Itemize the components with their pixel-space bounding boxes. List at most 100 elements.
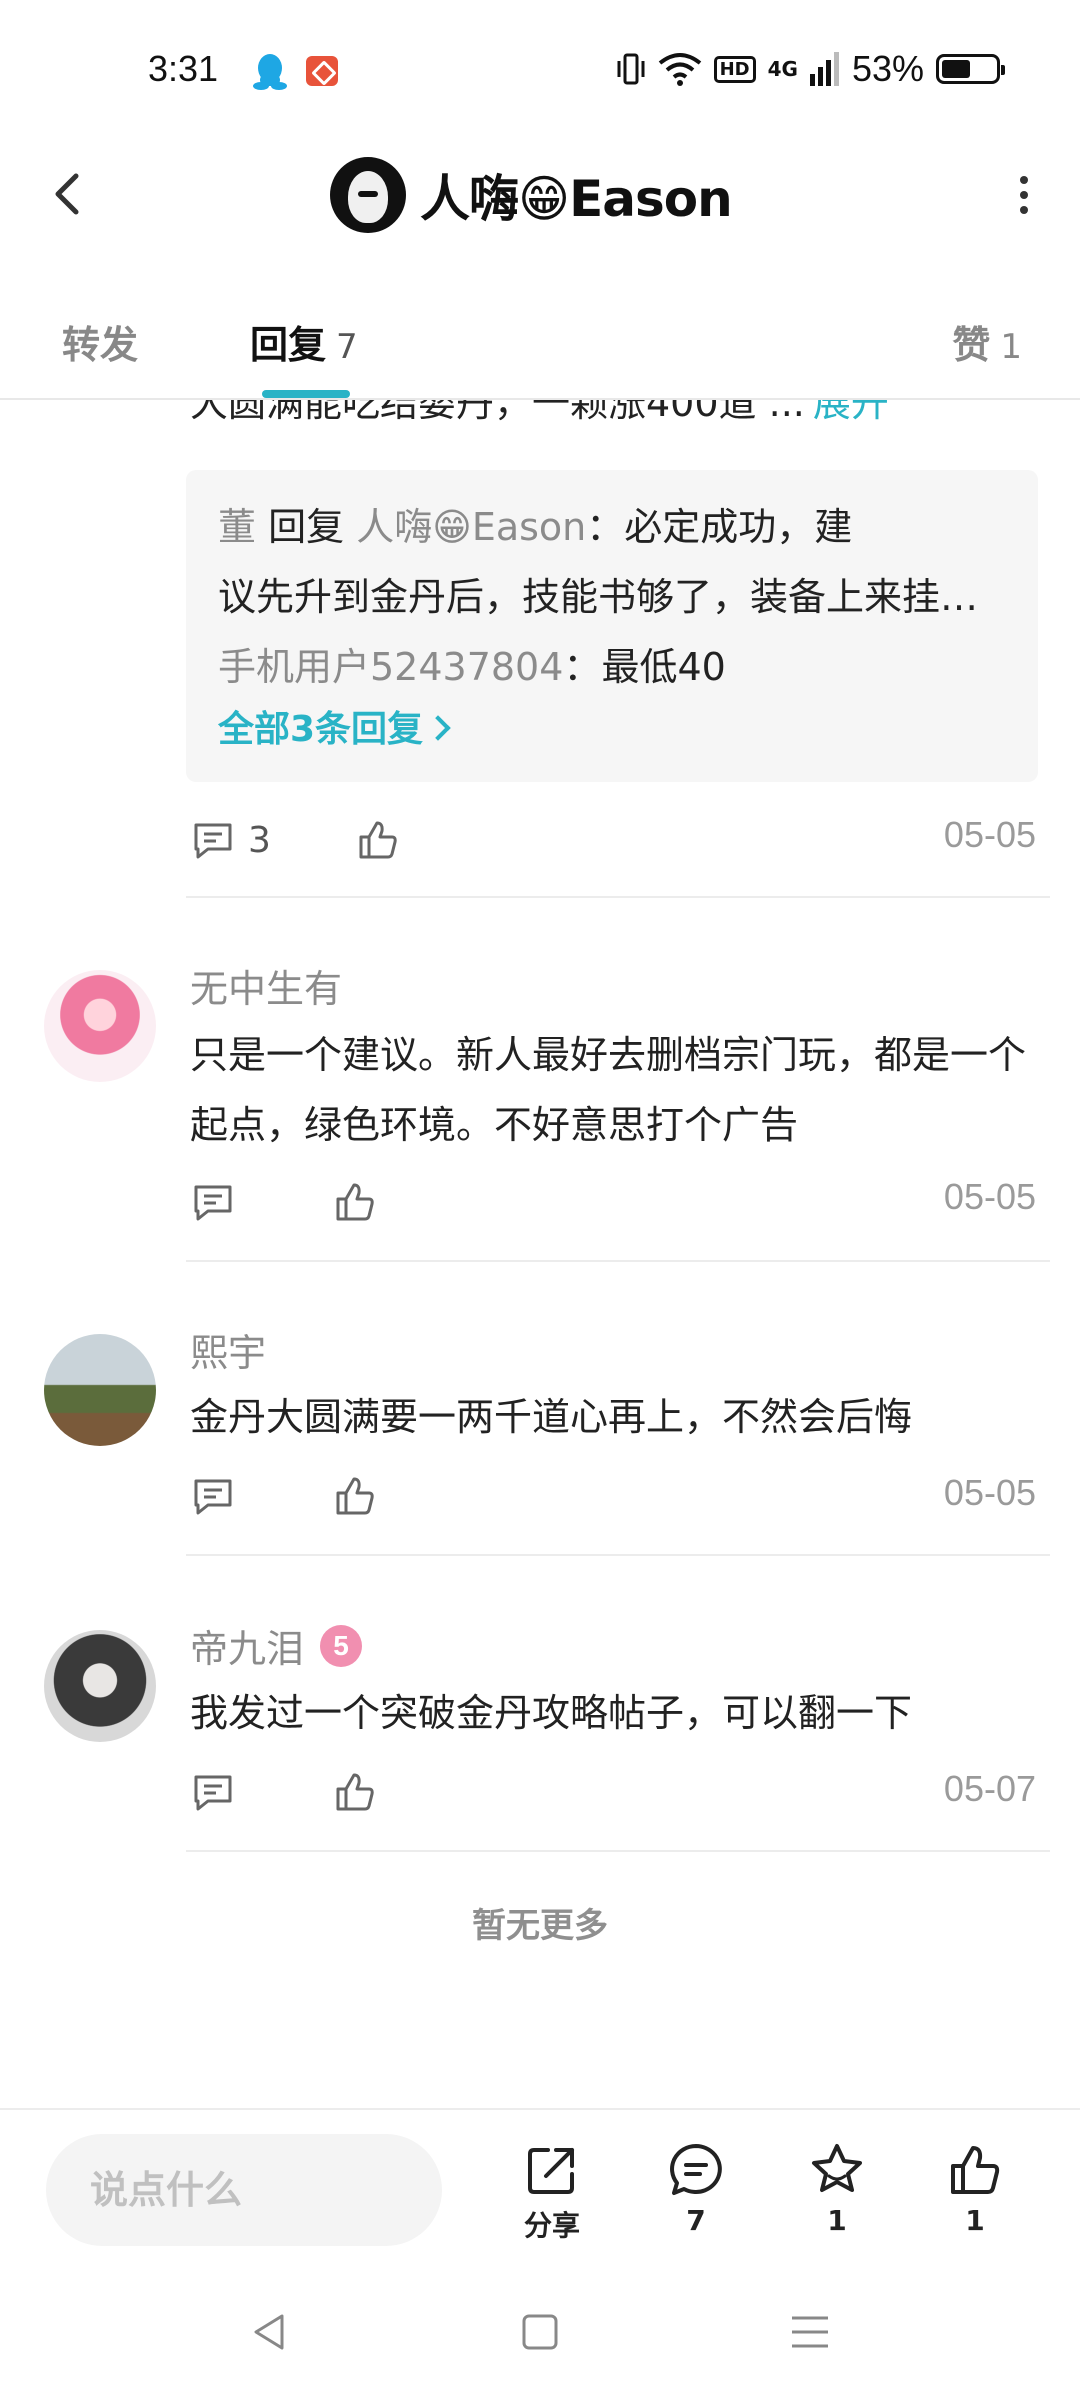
tab-repost[interactable]: 转发 — [62, 314, 138, 369]
tab-like[interactable]: 赞1 — [952, 314, 1022, 369]
bottom-action-bar: 说点什么 分享 7 1 1 — [0, 2108, 1080, 2268]
qq-icon — [253, 54, 287, 90]
sub-reply-user[interactable]: 董 — [218, 505, 256, 549]
comment-actions — [190, 1764, 378, 1820]
thumbs-up-icon — [951, 2146, 1000, 2194]
comment-user[interactable]: 帝九泪 5 — [190, 1618, 363, 1673]
avatar[interactable] — [44, 970, 156, 1082]
reply-icon[interactable] — [190, 1769, 236, 1815]
tab-like-label: 赞 — [952, 323, 991, 367]
sub-reply-user[interactable]: 手机用户52437804 — [218, 645, 563, 689]
comment-date: 05-05 — [943, 1176, 1036, 1217]
expand-link[interactable]: 展开 — [813, 400, 889, 425]
level-badge: 5 — [320, 1624, 363, 1667]
nav-home-icon[interactable] — [518, 2310, 562, 2354]
comment-count: 7 — [686, 2204, 706, 2237]
vibrate-icon — [617, 53, 645, 85]
like-icon[interactable] — [332, 1179, 378, 1225]
sub-reply-continuation: 议先升到金丹后，技能书够了，装备上来挂… — [218, 575, 979, 619]
more-options-icon[interactable] — [1012, 170, 1036, 220]
reply-count: 3 — [248, 819, 271, 861]
like-icon[interactable] — [332, 1769, 378, 1815]
comment-date: 05-05 — [943, 814, 1036, 855]
comment-user[interactable]: 无中生有 — [190, 958, 342, 1013]
comment-date: 05-07 — [943, 1768, 1036, 1809]
chevron-right-icon — [425, 715, 451, 741]
divider — [186, 1850, 1050, 1852]
all-replies-label: 全部3条回复 — [218, 709, 424, 750]
sub-reply: 手机用户52437804：最低40 — [218, 632, 1006, 702]
comment-list[interactable]: 大圆满能吃结婴丹，一颗涨400道 ... 展开 董 回复 人嗨😁Eason：必定成… — [0, 400, 1080, 2100]
comment-text: 我发过一个突破金丹攻略帖子，可以翻一下 — [190, 1691, 913, 1735]
comment-text-partial: 大圆满能吃结婴丹，一颗涨400道 ... 展开 — [190, 400, 889, 427]
tab-repost-label: 转发 — [62, 323, 139, 367]
like-button[interactable]: 1 — [925, 2140, 1025, 2237]
author-avatar — [330, 157, 406, 233]
comment-button[interactable]: 7 — [646, 2140, 746, 2237]
comment-date: 05-05 — [943, 1472, 1036, 1513]
system-nav-bar — [0, 2270, 1080, 2400]
like-icon[interactable] — [355, 817, 401, 863]
like-icon[interactable] — [332, 1473, 378, 1519]
like-count: 1 — [965, 2204, 985, 2237]
sub-reply-text-a: 必定成功，建 — [624, 505, 853, 549]
comment-actions — [190, 1174, 378, 1230]
battery-percent: 53% — [851, 48, 924, 89]
tab-reply-label: 回复 — [250, 323, 327, 367]
network-type: 4G — [767, 57, 798, 81]
comment-user-name: 帝九泪 — [190, 1627, 305, 1671]
divider — [186, 1260, 1050, 1262]
sub-reply-sep: ： — [586, 505, 625, 549]
detail-tabs: 转发 回复 7 赞1 — [0, 300, 1080, 400]
divider — [186, 896, 1050, 898]
reply-icon[interactable] — [190, 817, 236, 863]
signal-icon — [809, 52, 839, 86]
wifi-icon — [658, 53, 701, 86]
comment-text: 只是一个建议。新人最好去删档宗门玩，都是一个起点，绿色环境。不好意思打个广告 — [190, 1033, 1027, 1147]
sub-reply-text: 最低40 — [601, 645, 726, 689]
status-bar: 3:31 HD 4G 53% — [0, 0, 1080, 140]
favorite-count: 1 — [827, 2204, 847, 2237]
reply-icon[interactable] — [190, 1473, 236, 1519]
avatar[interactable] — [44, 1334, 156, 1446]
page-title: 人嗨😁Eason — [420, 170, 733, 228]
no-more-label: 暂无更多 — [472, 1906, 608, 1946]
app-notification-icon — [306, 56, 338, 86]
comment-text-tail: 大圆满能吃结婴丹，一颗涨400道 ... — [190, 400, 805, 425]
comment-input[interactable]: 说点什么 — [46, 2134, 442, 2246]
hd-badge: HD — [713, 55, 756, 83]
tab-reply-count: 7 — [336, 327, 358, 367]
share-label: 分享 — [523, 2209, 580, 2242]
comment-user[interactable]: 熙宇 — [190, 1322, 266, 1377]
sub-reply-sep: ： — [563, 645, 602, 689]
star-icon — [812, 2144, 862, 2192]
battery-icon — [936, 54, 1005, 84]
page-header: 人嗨😁Eason — [0, 140, 1080, 250]
nav-menu-icon[interactable] — [788, 2310, 832, 2354]
tab-reply[interactable]: 回复 7 — [250, 314, 358, 369]
all-replies-link[interactable]: 全部3条回复 — [218, 702, 1006, 758]
back-arrow-icon[interactable] — [42, 162, 94, 226]
favorite-button[interactable]: 1 — [787, 2140, 887, 2237]
reply-icon[interactable] — [190, 1179, 236, 1225]
comment-user-name: 无中生有 — [190, 967, 343, 1011]
tab-like-count: 1 — [1000, 327, 1022, 367]
comment-text: 金丹大圆满要一两千道心再上，不然会后悔 — [190, 1395, 913, 1439]
sub-replies-box[interactable]: 董 回复 人嗨😁Eason：必定成功，建 议先升到金丹后，技能书够了，装备上来挂… — [186, 470, 1038, 782]
share-button[interactable]: 分享 — [502, 2140, 602, 2244]
sub-reply-word: 回复 — [268, 505, 345, 549]
comment-user-name: 熙宇 — [190, 1331, 267, 1375]
header-title-group[interactable]: 人嗨😁Eason — [330, 150, 733, 240]
comment-actions — [190, 1468, 378, 1524]
status-right: HD 4G 53% — [616, 44, 1005, 94]
comment-actions: 3 — [190, 812, 401, 868]
share-icon — [528, 2148, 574, 2194]
comment-icon — [670, 2144, 722, 2195]
avatar[interactable] — [44, 1630, 156, 1742]
nav-back-icon[interactable] — [248, 2310, 292, 2354]
status-time: 3:31 — [148, 48, 219, 89]
active-tab-indicator — [262, 390, 350, 398]
sub-reply-target[interactable]: 人嗨😁Eason — [356, 505, 586, 549]
divider — [186, 1554, 1050, 1556]
sub-reply: 董 回复 人嗨😁Eason：必定成功，建 — [218, 492, 1006, 562]
